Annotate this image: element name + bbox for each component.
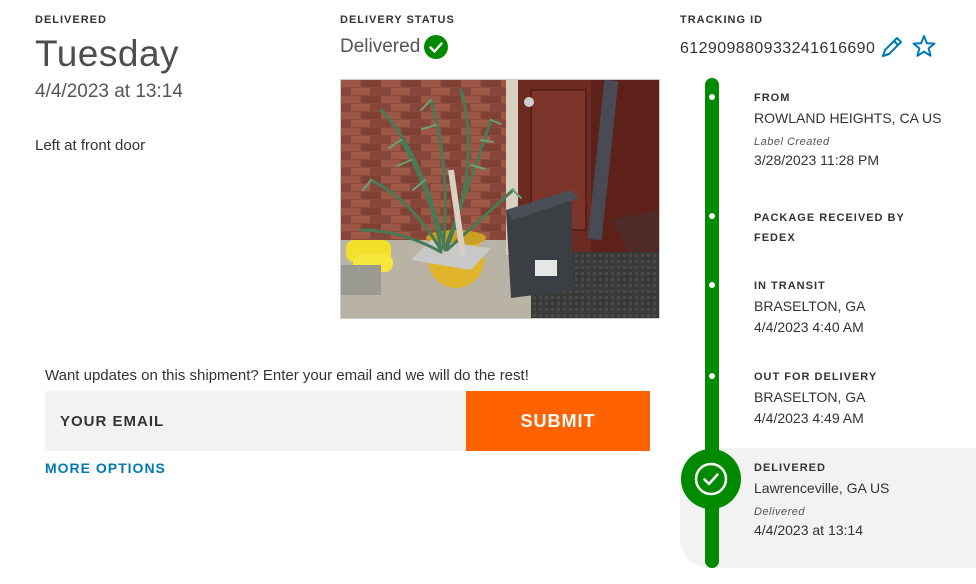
star-icon[interactable] (910, 33, 938, 61)
delivery-photo-image (341, 80, 659, 318)
delivery-day: Tuesday (35, 33, 180, 74)
event-location: Lawrenceville, GA US (754, 480, 890, 496)
timeline-dot (709, 94, 715, 100)
timeline-event-delivered: DELIVERED Lawrenceville, GA US Delivered… (754, 458, 889, 541)
event-time: 4/4/2023 4:40 AM (754, 319, 864, 335)
email-input[interactable] (45, 391, 466, 451)
event-location: BRASELTON, GA (754, 389, 866, 405)
timeline-dot (709, 373, 715, 379)
event-subtitle: Label Created (754, 136, 830, 148)
pencil-icon[interactable] (878, 33, 906, 61)
event-time: 3/28/2023 11:28 PM (754, 152, 880, 168)
submit-button[interactable]: SUBMIT (466, 391, 650, 451)
timeline-dot (709, 282, 715, 288)
event-location: BRASELTON, GA (754, 298, 866, 314)
check-circle-icon (424, 35, 449, 59)
timeline-event-out-for-delivery: OUT FOR DELIVERY BRASELTON, GA 4/4/2023 … (754, 367, 877, 429)
timeline-event-in-transit: IN TRANSIT BRASELTON, GA 4/4/2023 4:40 A… (754, 276, 866, 338)
event-time: 4/4/2023 4:49 AM (754, 410, 864, 426)
tracking-eyebrow: TRACKING ID (680, 14, 764, 26)
delivery-datetime: 4/4/2023 at 13:14 (35, 81, 183, 102)
more-options-link[interactable]: MORE OPTIONS (45, 460, 166, 476)
tracking-number: 612909880933241616690 (680, 40, 876, 57)
status-eyebrow: DELIVERY STATUS (340, 14, 455, 26)
timeline-event-received: PACKAGE RECEIVED BY FEDEX (754, 208, 924, 248)
check-circle-icon (681, 449, 741, 509)
delivery-status: Delivered (340, 35, 449, 59)
event-title: OUT FOR DELIVERY (754, 371, 878, 383)
event-subtitle: Delivered (754, 506, 805, 518)
event-title: DELIVERED (754, 462, 826, 474)
timeline-dot (709, 213, 715, 219)
event-time: 4/4/2023 at 13:14 (754, 522, 863, 538)
event-title: PACKAGE RECEIVED BY FEDEX (754, 212, 905, 244)
delivered-eyebrow: DELIVERED (35, 14, 107, 26)
proof-of-delivery-photo (340, 79, 660, 319)
event-location: ROWLAND HEIGHTS, CA US (754, 110, 942, 126)
timeline-event-from: FROM ROWLAND HEIGHTS, CA US Label Create… (754, 88, 941, 171)
event-title: FROM (754, 92, 791, 104)
updates-prompt: Want updates on this shipment? Enter you… (45, 367, 529, 384)
status-value: Delivered (340, 36, 421, 57)
delivery-note: Left at front door (35, 137, 146, 154)
event-title: IN TRANSIT (754, 280, 826, 292)
